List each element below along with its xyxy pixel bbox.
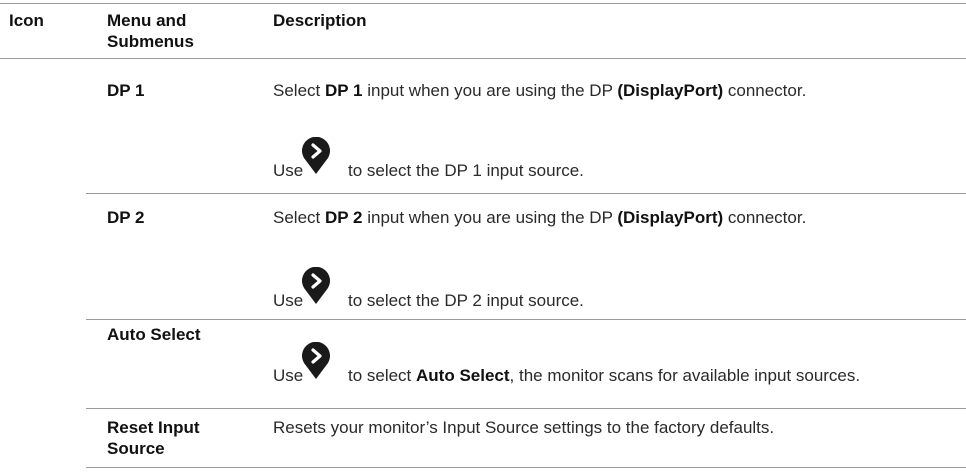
chevron-right-button-icon <box>302 137 330 174</box>
table-bottom-border <box>86 467 966 468</box>
use-line-auto-select: Use to select Auto Select, the monitor s… <box>273 342 963 386</box>
row-divider <box>86 193 966 194</box>
menu-item-reset-input-source: Reset Input Source <box>107 418 200 458</box>
chevron-right-button-icon <box>302 342 330 379</box>
use-line-dp1: Use to select the DP 1 input source. <box>273 137 584 181</box>
table-top-border <box>0 3 966 4</box>
header-icon: Icon <box>9 11 44 30</box>
row-divider <box>86 319 966 320</box>
menu-description-table: Icon Menu and Submenus Description DP 1 … <box>0 0 966 473</box>
desc-dp1: Select DP 1 input when you are using the… <box>273 81 807 100</box>
desc-reset-input-source: Resets your monitor’s Input Source setti… <box>273 418 775 437</box>
header-description: Description <box>273 11 367 30</box>
chevron-right-button-icon <box>302 267 330 304</box>
desc-dp2: Select DP 2 input when you are using the… <box>273 208 807 227</box>
menu-item-auto-select: Auto Select <box>107 325 201 344</box>
menu-item-dp2: DP 2 <box>107 208 145 227</box>
header-menu-submenus: Menu and Submenus <box>107 11 194 51</box>
header-bottom-border <box>0 58 966 59</box>
row-divider <box>86 408 966 409</box>
use-line-dp2: Use to select the DP 2 input source. <box>273 267 584 311</box>
menu-item-dp1: DP 1 <box>107 81 145 100</box>
